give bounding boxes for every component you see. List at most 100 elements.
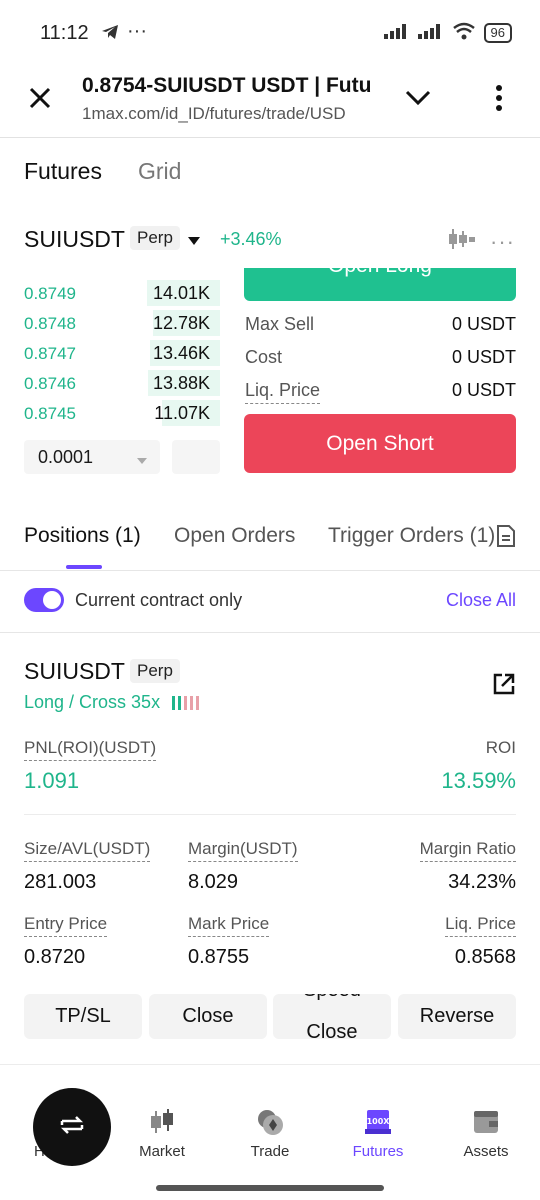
close-position-button[interactable]: Close [149, 994, 267, 1039]
orderbook-price: 0.8745 [24, 404, 76, 423]
orderbook-price: 0.8749 [24, 284, 76, 303]
orderbook-size: 12.78K [152, 313, 210, 333]
nav-futures-label: Futures [352, 1143, 404, 1160]
nav-market[interactable]: Market [122, 1107, 202, 1160]
precision-select[interactable]: 0.0001 [24, 440, 160, 474]
divider [0, 632, 540, 633]
swap-icon [58, 1113, 86, 1142]
orderbook-size: 13.88K [152, 373, 210, 393]
speed-close-label: Speed Close [303, 994, 361, 1039]
ticker-symbol[interactable]: SUIUSDT [24, 226, 125, 253]
mark-price-label[interactable]: Mark Price [188, 914, 270, 937]
size-value: 281.003 [24, 871, 97, 893]
open-long-label: Open Long [328, 268, 432, 277]
roi-value: 13.59% [441, 768, 516, 793]
gesture-bar [156, 1185, 384, 1191]
margin-ratio-value: 34.23% [448, 871, 516, 893]
svg-text:100X: 100X [367, 1117, 391, 1126]
size-label[interactable]: Size/AVL(USDT) [24, 839, 151, 862]
nav-assets-label: Assets [463, 1143, 509, 1160]
margin-value: 8.029 [188, 871, 239, 893]
futures-icon: 100X [363, 1107, 393, 1137]
telegram-icon [100, 22, 120, 47]
share-icon[interactable] [492, 672, 516, 701]
status-right: 96 [383, 22, 512, 44]
reverse-button[interactable]: Reverse [398, 994, 516, 1039]
cost-label: Cost [245, 347, 283, 367]
tab-open-orders[interactable]: Open Orders [174, 524, 295, 548]
active-tab-indicator [66, 565, 102, 569]
open-short-label: Open Short [326, 431, 434, 455]
close-all-link[interactable]: Close All [446, 590, 516, 611]
signal-icon-2 [417, 23, 444, 43]
battery-icon: 96 [483, 23, 512, 43]
chevron-down-icon[interactable] [404, 88, 432, 113]
open-long-button[interactable]: Open Long [244, 268, 516, 301]
pnl-value: 1.091 [24, 768, 80, 793]
toggle-knob [43, 591, 61, 609]
nav-futures[interactable]: 100X Futures [338, 1107, 418, 1160]
tab-grid[interactable]: Grid [138, 158, 181, 185]
close-icon[interactable] [28, 86, 52, 115]
entry-price-label[interactable]: Entry Price [24, 914, 108, 937]
orderbook-row[interactable]: 0.8745 11.07K [24, 398, 220, 428]
status-time: 11:12 [40, 22, 89, 44]
current-contract-toggle[interactable] [24, 588, 64, 612]
orderbook-size: 11.07K [154, 403, 210, 423]
tab-positions[interactable]: Positions (1) [24, 524, 141, 548]
caret-down-icon[interactable] [187, 233, 201, 251]
document-icon[interactable] [494, 524, 516, 553]
tab-trigger-orders[interactable]: Trigger Orders (1) [328, 524, 498, 548]
orderbook-row[interactable]: 0.8748 12.78K [24, 308, 220, 338]
nav-market-label: Market [139, 1143, 185, 1160]
signal-icon [383, 23, 410, 43]
more-horizontal-icon[interactable]: ··· [490, 229, 515, 255]
max-sell-value: 0 USDT [451, 314, 516, 334]
perp-badge: Perp [130, 226, 180, 250]
entry-price-value: 0.8720 [24, 946, 86, 968]
open-short-button[interactable]: Open Short [244, 414, 516, 473]
tab-futures[interactable]: Futures [24, 158, 102, 185]
nav-trade-label: Trade [250, 1143, 290, 1160]
tpsl-button[interactable]: TP/SL [24, 994, 142, 1039]
adl-indicator-icon [172, 696, 202, 715]
orderbook-row[interactable]: 0.8749 14.01K [24, 278, 220, 308]
nav-assets[interactable]: Assets [446, 1107, 526, 1160]
orderbook-size: 14.01K [152, 283, 210, 303]
swap-fab-button[interactable] [33, 1088, 111, 1166]
status-dots: ··· [127, 20, 147, 42]
trade-icon [255, 1107, 285, 1137]
close-label: Close [182, 1005, 234, 1027]
candlestick-icon[interactable] [448, 228, 476, 255]
orderbook-row[interactable]: 0.8747 13.46K [24, 338, 220, 368]
status-bar: 11:12 ··· 96 [0, 0, 540, 62]
reverse-label: Reverse [419, 1005, 495, 1027]
orderbook-price: 0.8747 [24, 344, 76, 363]
margin-ratio-label[interactable]: Margin Ratio [419, 839, 516, 862]
current-contract-label: Current contract only [75, 590, 243, 610]
chart-icon [147, 1107, 177, 1137]
position-liq-label[interactable]: Liq. Price [445, 914, 516, 937]
wallet-icon [471, 1107, 501, 1137]
depth-view-toggle[interactable] [172, 440, 220, 474]
nav-trade[interactable]: Trade [230, 1107, 310, 1160]
precision-value: 0.0001 [38, 447, 94, 467]
orderbook-row[interactable]: 0.8746 13.88K [24, 368, 220, 398]
speed-close-button[interactable]: Speed Close [273, 994, 391, 1039]
wifi-icon [452, 22, 476, 44]
more-vertical-icon[interactable] [494, 84, 504, 117]
tpsl-label: TP/SL [55, 1005, 111, 1027]
orderbook-price: 0.8748 [24, 314, 76, 333]
cost-value: 0 USDT [451, 347, 516, 367]
mark-price-value: 0.8755 [188, 946, 250, 968]
position-perp-badge: Perp [130, 659, 180, 683]
position-mode: Long / Cross 35x [24, 692, 161, 712]
page-url[interactable]: 1max.com/id_ID/futures/trade/USD [82, 104, 380, 124]
caret-down-icon [136, 452, 148, 470]
liq-price-label[interactable]: Liq. Price [245, 380, 321, 404]
margin-label[interactable]: Margin(USDT) [188, 839, 298, 862]
roi-label: ROI [485, 738, 516, 757]
position-symbol: SUIUSDT [24, 658, 125, 684]
pnl-label[interactable]: PNL(ROI)(USDT) [24, 738, 157, 761]
browser-bar: 0.8754-SUIUSDT USDT | Futu 1max.com/id_I… [0, 62, 540, 138]
